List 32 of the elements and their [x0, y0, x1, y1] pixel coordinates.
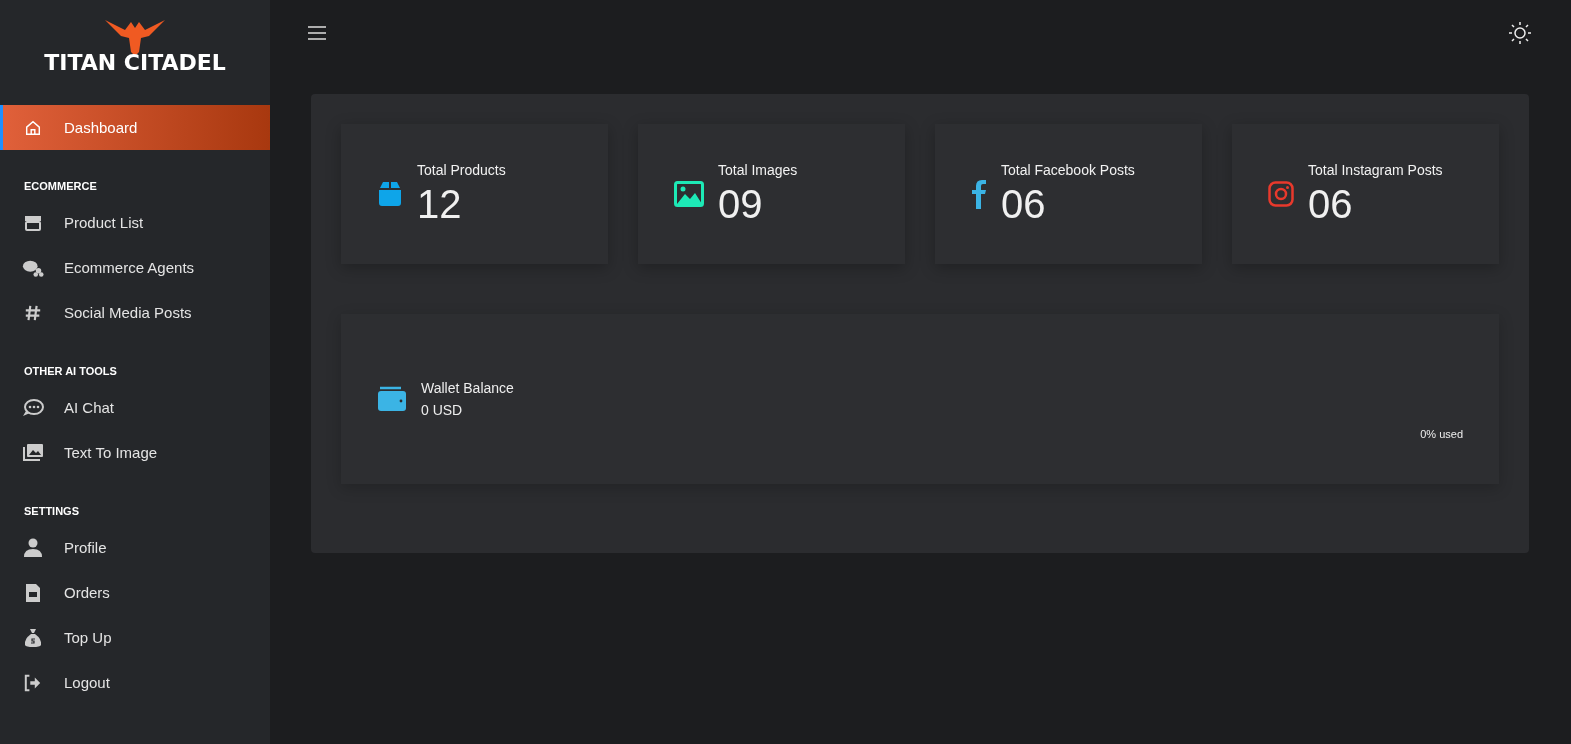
wallet-label: Wallet Balance: [421, 380, 514, 396]
stat-label: Total Images: [718, 161, 798, 178]
section-heading: SETTINGS: [23, 504, 80, 519]
menu-icon[interactable]: [308, 26, 326, 40]
nav-item[interactable]: Product List: [0, 200, 270, 245]
stat-value: 06: [1308, 181, 1354, 227]
nav-item[interactable]: AI Chat: [0, 385, 270, 430]
stat-label: Total Instagram Posts: [1308, 161, 1443, 178]
section-heading: OTHER AI TOOLS: [23, 364, 118, 379]
nav-item[interactable]: Orders: [0, 570, 270, 615]
wallet-value: 0 USD: [421, 402, 464, 418]
nav-item[interactable]: Top Up: [0, 615, 270, 660]
nav-item[interactable]: Logout: [0, 660, 270, 705]
images-icon: [22, 442, 44, 463]
money-bag-icon: [22, 627, 44, 648]
stat-value: 06: [1001, 181, 1047, 227]
section-heading: ECOMMERCE: [23, 179, 98, 194]
nav-item[interactable]: Social Media Posts: [0, 290, 270, 335]
nav-item[interactable]: Ecommerce Agents: [0, 245, 270, 290]
logo-text: TITAN CITADEL: [44, 50, 226, 75]
nav-item[interactable]: Profile: [0, 525, 270, 570]
nav-item[interactable]: Text To Image: [0, 430, 270, 475]
stat-label: Total Facebook Posts: [1001, 161, 1135, 178]
usage-text: 0% used: [1420, 428, 1463, 440]
user-icon: [22, 537, 44, 558]
stat-label: Total Products: [417, 161, 506, 178]
nav-item[interactable]: Dashboard: [0, 105, 270, 150]
stat-value: 09: [718, 181, 764, 227]
stat-value: 12: [417, 181, 463, 227]
sun-icon[interactable]: [1509, 22, 1531, 44]
wallet-icon: [377, 386, 407, 412]
chat-icon: [22, 397, 44, 418]
